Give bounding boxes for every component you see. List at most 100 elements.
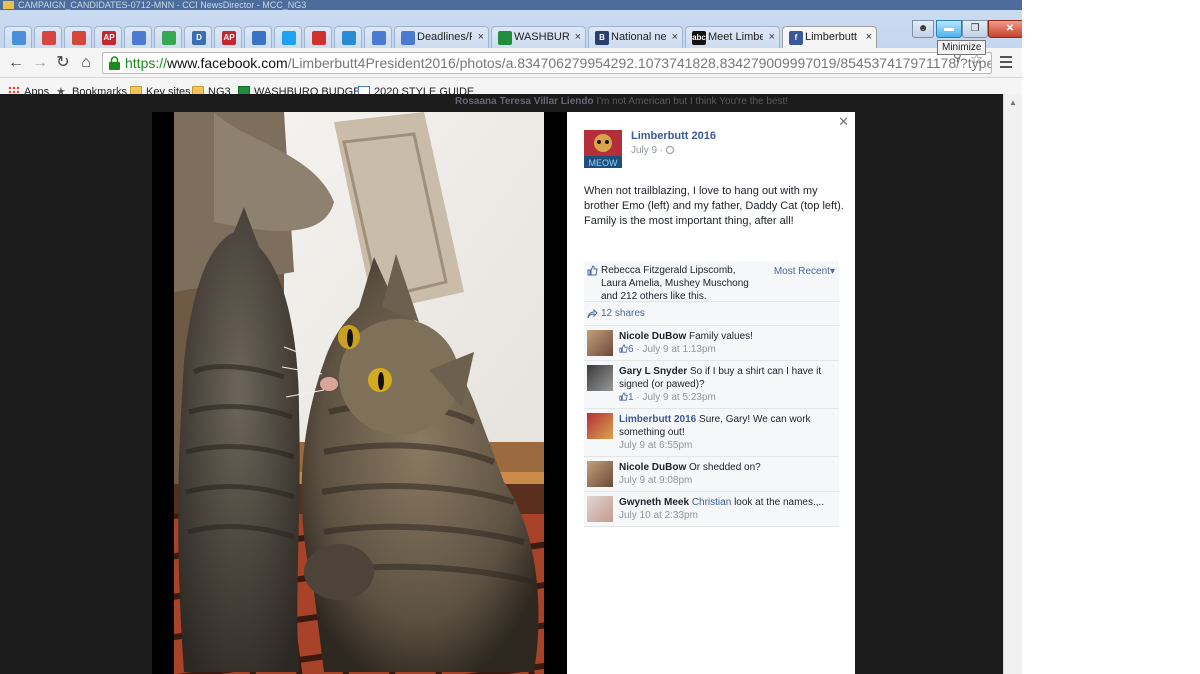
comment-text: Or shedded on? xyxy=(689,462,761,473)
commenter-avatar[interactable] xyxy=(587,413,613,439)
b-icon: B xyxy=(595,31,609,45)
tab-close-icon[interactable]: × xyxy=(672,27,678,48)
page-name-link[interactable]: Limberbutt 2016 xyxy=(631,130,716,142)
comment-like-count[interactable]: 1 xyxy=(619,392,634,403)
reload-button[interactable]: ↻ xyxy=(53,53,73,73)
browser-tab[interactable]: fLimberbutt 20 × xyxy=(782,26,877,48)
browser-tab[interactable] xyxy=(124,26,152,48)
minimize-button[interactable]: ▬ xyxy=(936,20,962,38)
chrome-menu-button[interactable] xyxy=(997,53,1015,73)
shares-row[interactable]: 12 shares xyxy=(584,302,839,326)
comment-meta: 1 · July 9 at 5:23pm xyxy=(619,391,831,404)
browser-tab[interactable]: BNational new × xyxy=(588,26,683,48)
comment-author[interactable]: Gary L Snyder xyxy=(619,366,687,377)
limberbutt-avatar-image: MEOW xyxy=(584,130,622,168)
profile-button[interactable]: ☻ xyxy=(912,20,934,38)
back-button[interactable]: ← xyxy=(6,53,26,73)
forward-button[interactable]: → xyxy=(30,53,50,73)
comment-author[interactable]: Limberbutt 2016 xyxy=(619,414,696,425)
comment-timestamp[interactable]: July 9 at 5:23pm xyxy=(642,392,715,403)
post-side-panel: ✕ MEOW Limberbutt 2016 July 9 · When not… xyxy=(567,112,855,674)
arrow-right-icon: → xyxy=(32,54,48,71)
home-button[interactable]: ⌂ xyxy=(76,53,96,73)
commenter-avatar[interactable] xyxy=(587,330,613,356)
tab-label: WASHBURO xyxy=(514,31,569,43)
browser-tab[interactable]: Deadlines/Pro × xyxy=(394,26,489,48)
browser-tab[interactable]: AP xyxy=(94,26,122,48)
d-icon: D xyxy=(192,31,206,45)
tab-close-icon[interactable]: × xyxy=(575,27,581,48)
feedback-section: Rebecca Fitzgerald Lipscomb, Laura Ameli… xyxy=(584,261,839,527)
comment-body: Nicole DuBow Or shedded on? July 9 at 9:0… xyxy=(619,461,831,487)
tab-close-icon[interactable]: × xyxy=(769,27,775,48)
lock-icon xyxy=(109,56,120,70)
browser-tab[interactable] xyxy=(364,26,392,48)
close-theater-icon[interactable]: ✕ xyxy=(838,114,849,130)
page-scrollbar[interactable]: ▲ xyxy=(1003,94,1022,674)
commenter-avatar[interactable] xyxy=(587,365,613,391)
browser-tab[interactable] xyxy=(154,26,182,48)
browser-tab[interactable]: AP xyxy=(214,26,242,48)
page-profile-picture[interactable]: MEOW xyxy=(584,130,622,168)
tab-label: Deadlines/Pro xyxy=(417,31,472,43)
cat-photo-image xyxy=(174,112,544,674)
likes-summary: Rebecca Fitzgerald Lipscomb, Laura Ameli… xyxy=(584,261,839,302)
tab-label: Limberbutt 20 xyxy=(805,31,860,43)
reload-icon: ↻ xyxy=(56,54,70,71)
comment-timestamp[interactable]: July 9 at 9:08pm xyxy=(619,475,692,486)
browser-tab[interactable]: WASHBURO × xyxy=(491,26,586,48)
browser-tab[interactable] xyxy=(244,26,272,48)
browser-window: CAMPAIGN_CANDIDATES-0712-MNN - CCI NewsD… xyxy=(0,0,1032,674)
tab-close-icon[interactable]: × xyxy=(478,27,484,48)
navigation-toolbar: ← → ↻ ⌂ https://www.facebook.com/Limberb xyxy=(0,48,1022,78)
comment-author[interactable]: Gwyneth Meek xyxy=(619,497,689,508)
comment-author[interactable]: Nicole DuBow xyxy=(619,462,686,473)
comment-timestamp[interactable]: July 10 at 2:33pm xyxy=(619,510,698,521)
desktop-area xyxy=(1022,0,1200,674)
browser-tab[interactable] xyxy=(304,26,332,48)
gmail-icon xyxy=(72,31,86,45)
browser-tab[interactable] xyxy=(4,26,32,48)
comment: Nicole DuBow Or shedded on? July 9 at 9:0… xyxy=(584,457,839,492)
comment-author[interactable]: Nicole DuBow xyxy=(619,331,686,342)
comment-meta: July 9 at 6:55pm xyxy=(619,439,831,452)
commenter-avatar[interactable] xyxy=(587,496,613,522)
comment-timestamp[interactable]: July 9 at 1:13pm xyxy=(642,344,715,355)
post-date[interactable]: July 9 · xyxy=(631,145,675,156)
shares-count: 12 shares xyxy=(601,308,645,319)
maximize-button[interactable]: ❐ xyxy=(962,20,988,38)
minimize-icon: ▬ xyxy=(944,23,954,34)
browser-tab[interactable] xyxy=(334,26,362,48)
sheets-icon xyxy=(498,31,512,45)
address-bar[interactable]: https://www.facebook.com/Limberbutt4Pres… xyxy=(102,52,992,74)
mention-link[interactable]: Christian xyxy=(692,497,731,508)
comment-body: Gary L Snyder So if I buy a shirt can I … xyxy=(619,365,831,404)
scroll-up-arrow-icon[interactable]: ▲ xyxy=(1009,98,1017,107)
abc-icon: abc xyxy=(692,31,706,45)
comment-sort-dropdown[interactable]: Most Recent▾ xyxy=(774,265,835,278)
dropbox-icon xyxy=(12,31,26,45)
browser-tab[interactable]: abcMeet Limbert × xyxy=(685,26,780,48)
browser-tab[interactable] xyxy=(64,26,92,48)
browser-tab[interactable] xyxy=(274,26,302,48)
comment-timestamp[interactable]: July 9 at 6:55pm xyxy=(619,440,692,451)
cat-photo[interactable] xyxy=(174,112,544,674)
window-title-bar: CAMPAIGN_CANDIDATES-0712-MNN - CCI NewsD… xyxy=(0,0,1022,10)
red-app-icon xyxy=(312,31,326,45)
likes-text[interactable]: Rebecca Fitzgerald Lipscomb, Laura Ameli… xyxy=(601,265,749,302)
sync-icon xyxy=(342,31,356,45)
comment-meta: July 9 at 9:08pm xyxy=(619,474,831,487)
photo-theater xyxy=(152,112,567,674)
news-logo-icon xyxy=(42,31,56,45)
comment-meta: July 10 at 2:33pm xyxy=(619,509,831,522)
browser-tab[interactable]: D xyxy=(184,26,212,48)
comment-text: look at the names.,.. xyxy=(734,497,825,508)
browser-chrome: APDAPDeadlines/Pro×WASHBURO×BNational ne… xyxy=(0,10,1032,104)
tab-label: Meet Limbert xyxy=(708,31,763,43)
comment: Gwyneth Meek Christian look at the names… xyxy=(584,492,839,527)
comment-like-count[interactable]: 6 xyxy=(619,344,634,355)
commenter-avatar[interactable] xyxy=(587,461,613,487)
menu-bar xyxy=(1000,61,1012,63)
tab-close-icon[interactable]: × xyxy=(866,27,872,48)
browser-tab[interactable] xyxy=(34,26,62,48)
